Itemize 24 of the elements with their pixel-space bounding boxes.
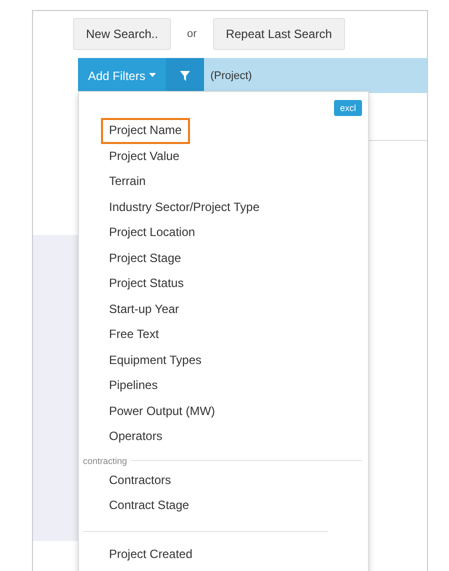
menu-item[interactable]: Contractors (101, 468, 180, 493)
filter-button[interactable] (166, 58, 204, 93)
menu-item[interactable]: Terrain (101, 169, 154, 194)
caret-icon (149, 73, 156, 78)
menu-item[interactable]: Free Text (101, 322, 167, 348)
menu-item[interactable]: Project Value (101, 144, 188, 169)
funnel-icon (180, 70, 190, 80)
menu-item[interactable]: Project Name (101, 118, 190, 144)
menu-item[interactable]: Project Created (101, 542, 200, 567)
menu-item[interactable]: Project Status (101, 271, 192, 296)
menu-item[interactable]: Project Stage (101, 246, 190, 271)
section-heading: contracting (83, 456, 128, 466)
menu-item[interactable]: Start-up Year (101, 296, 188, 322)
menu-item[interactable]: Power Output (MW) (101, 398, 224, 424)
or-label: or (186, 28, 198, 40)
scope-label: (Project) (210, 70, 252, 82)
menu-item[interactable]: Contract Stage (101, 493, 198, 518)
menu-item[interactable]: Industry Sector/Project Type (101, 194, 268, 220)
repeat-search-button[interactable]: Repeat Last Search (212, 18, 345, 50)
menu-item[interactable]: Operators (101, 424, 170, 450)
menu-item[interactable]: Pipelines (101, 373, 166, 398)
menu-item[interactable]: Equipment Types (101, 348, 210, 373)
new-search-button[interactable]: New Search.. (73, 18, 172, 50)
menu-item[interactable]: Project Location (101, 220, 204, 246)
